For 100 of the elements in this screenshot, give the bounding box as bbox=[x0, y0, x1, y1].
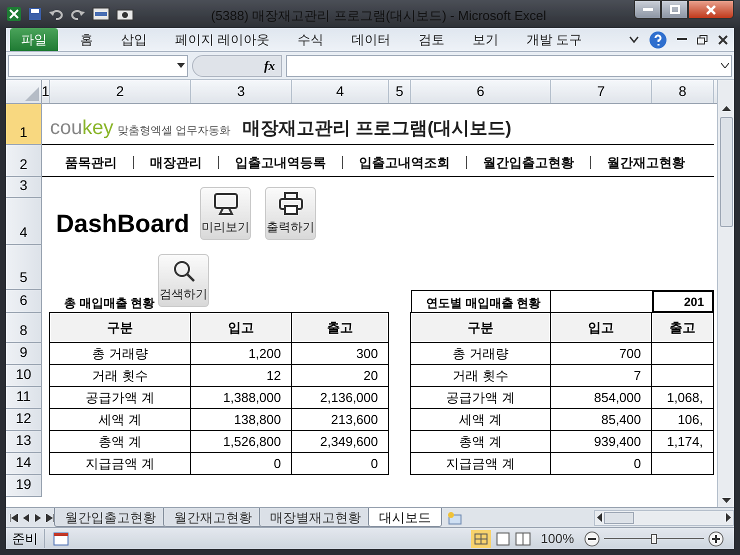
save-icon[interactable] bbox=[28, 7, 42, 21]
zoom-out-icon[interactable] bbox=[584, 530, 600, 546]
column-heading: 출고 bbox=[651, 312, 714, 343]
ribbon-tab[interactable]: 수식 bbox=[284, 28, 338, 51]
ribbon-tab[interactable]: 데이터 bbox=[338, 28, 405, 51]
sheet-title: 매장재고관리 프로그램(대시보드) bbox=[242, 117, 512, 140]
column-header[interactable]: 4 bbox=[292, 80, 389, 103]
undo-icon[interactable] bbox=[48, 7, 64, 21]
table-cell: 지급금액 계 bbox=[49, 452, 191, 475]
column-heading: 구분 bbox=[49, 312, 191, 343]
menu-link[interactable]: 월간재고현황 bbox=[607, 153, 685, 172]
sheet-tab[interactable]: 대시보드 bbox=[368, 508, 442, 527]
next-sheet-icon[interactable] bbox=[34, 514, 42, 522]
row-header[interactable]: 19 bbox=[6, 475, 42, 497]
row-header[interactable]: 5 bbox=[6, 245, 42, 290]
toolbar-button[interactable]: 검색하기 bbox=[158, 254, 209, 307]
column-header[interactable]: 6 bbox=[411, 80, 551, 103]
column-header[interactable]: 7 bbox=[551, 80, 652, 103]
page-break-icon[interactable] bbox=[514, 532, 531, 546]
close-icon[interactable] bbox=[718, 34, 728, 44]
row-header[interactable]: 11 bbox=[6, 387, 42, 409]
column-heading: 구분 bbox=[410, 312, 551, 343]
ribbon-tab[interactable]: 보기 bbox=[458, 28, 513, 51]
file-tab[interactable]: 파일 bbox=[10, 28, 58, 51]
zoom-level[interactable]: 100% bbox=[540, 528, 574, 548]
ribbon-tab[interactable]: 검토 bbox=[404, 28, 459, 51]
new-sheet-icon[interactable] bbox=[446, 510, 464, 524]
table-cell: 0 bbox=[291, 452, 389, 475]
camera-icon[interactable] bbox=[116, 7, 134, 21]
column-header[interactable]: 1 bbox=[42, 80, 50, 103]
menu-link[interactable]: 품목관리 bbox=[65, 153, 117, 172]
toolbar-button[interactable]: 미리보기 bbox=[200, 187, 251, 240]
sheet-tab[interactable]: 월간재고현황 bbox=[163, 508, 263, 527]
help-icon[interactable] bbox=[649, 30, 667, 48]
row-header[interactable]: 8 bbox=[6, 313, 42, 343]
close-button[interactable] bbox=[688, 0, 734, 19]
sheet-tab[interactable]: 월간입출고현황 bbox=[54, 508, 167, 527]
column-header[interactable]: 8 bbox=[652, 80, 714, 103]
function-label[interactable]: fx bbox=[264, 56, 275, 76]
form-icon[interactable] bbox=[92, 7, 110, 21]
scroll-thumb[interactable] bbox=[604, 512, 634, 524]
toolbar-button[interactable]: 출력하기 bbox=[265, 187, 316, 240]
zoom-slider-thumb[interactable] bbox=[651, 534, 657, 544]
excel-icon[interactable] bbox=[6, 6, 22, 22]
sheet-tab[interactable]: 매장별재고현황 bbox=[259, 508, 372, 527]
status-text: 준비 bbox=[6, 528, 45, 548]
menu-link[interactable]: 매장관리 bbox=[150, 153, 202, 172]
ribbon-tab[interactable]: 개발 도구 bbox=[512, 28, 596, 51]
column-header[interactable]: 2 bbox=[50, 80, 191, 103]
row-header[interactable]: 12 bbox=[6, 409, 42, 431]
menu-link[interactable]: 월간입출고현황 bbox=[483, 153, 574, 172]
macro-record-icon[interactable] bbox=[53, 532, 69, 546]
column-heading: 출고 bbox=[291, 312, 389, 343]
previous-sheet-icon[interactable] bbox=[22, 514, 30, 522]
row-header[interactable]: 14 bbox=[6, 453, 42, 475]
maximize-icon bbox=[670, 5, 680, 14]
scroll-right-icon[interactable] bbox=[726, 513, 731, 522]
dashboard-title: DashBoard bbox=[56, 209, 190, 240]
normal-view-icon[interactable] bbox=[470, 530, 491, 548]
row-header[interactable]: 2 bbox=[6, 145, 42, 177]
ribbon-tab[interactable]: 삽입 bbox=[107, 28, 161, 51]
ribbon-tab[interactable]: 페이지 레이아웃 bbox=[161, 28, 284, 51]
scroll-left-icon[interactable] bbox=[597, 513, 602, 522]
column-header[interactable]: 3 bbox=[191, 80, 292, 103]
vertical-scrollbar[interactable] bbox=[717, 80, 734, 507]
row-header[interactable]: 1 bbox=[6, 104, 42, 145]
logo-text: coukey bbox=[50, 116, 114, 141]
horizontal-scrollbar[interactable] bbox=[594, 510, 734, 526]
last-sheet-icon[interactable] bbox=[46, 514, 54, 522]
restore-icon[interactable] bbox=[697, 34, 708, 44]
menu-link[interactable]: 입출고내역등록 bbox=[235, 153, 326, 172]
zoom-in-icon[interactable] bbox=[708, 530, 724, 546]
column-header[interactable]: 5 bbox=[389, 80, 411, 103]
formula-field[interactable] bbox=[286, 54, 732, 76]
row-header[interactable]: 9 bbox=[6, 343, 42, 365]
table-cell bbox=[651, 452, 714, 475]
row-header[interactable]: 4 bbox=[6, 198, 42, 245]
menu-link[interactable]: 입출고내역조회 bbox=[359, 153, 450, 172]
scroll-thumb[interactable] bbox=[720, 117, 732, 227]
row-header[interactable]: 13 bbox=[6, 431, 42, 453]
minimize-icon[interactable] bbox=[677, 38, 687, 42]
collapse-ribbon-icon[interactable] bbox=[629, 36, 639, 44]
window-title: (5388) 매장재고관리 프로그램(대시보드) - Microsoft Excel bbox=[211, 7, 546, 25]
ribbon-tab[interactable]: 홈 bbox=[66, 28, 107, 51]
column-heading: 입고 bbox=[550, 312, 652, 343]
row-header[interactable]: 6 bbox=[6, 290, 42, 313]
row-header[interactable]: 3 bbox=[6, 177, 42, 198]
row-header[interactable]: 10 bbox=[6, 365, 42, 387]
first-sheet-icon[interactable] bbox=[10, 514, 18, 522]
page-layout-icon[interactable] bbox=[494, 532, 511, 546]
dropdown-icon bbox=[177, 63, 185, 68]
redo-icon[interactable] bbox=[70, 7, 86, 21]
zoom-slider[interactable] bbox=[604, 534, 704, 544]
monitor-icon bbox=[212, 192, 238, 216]
scroll-up-icon[interactable] bbox=[722, 106, 730, 111]
scroll-down-icon[interactable] bbox=[722, 498, 730, 503]
expand-icon bbox=[721, 63, 729, 68]
maximize-button[interactable] bbox=[661, 0, 688, 19]
table-cell: 지급금액 계 bbox=[410, 452, 551, 475]
minimize-button[interactable] bbox=[634, 0, 661, 19]
